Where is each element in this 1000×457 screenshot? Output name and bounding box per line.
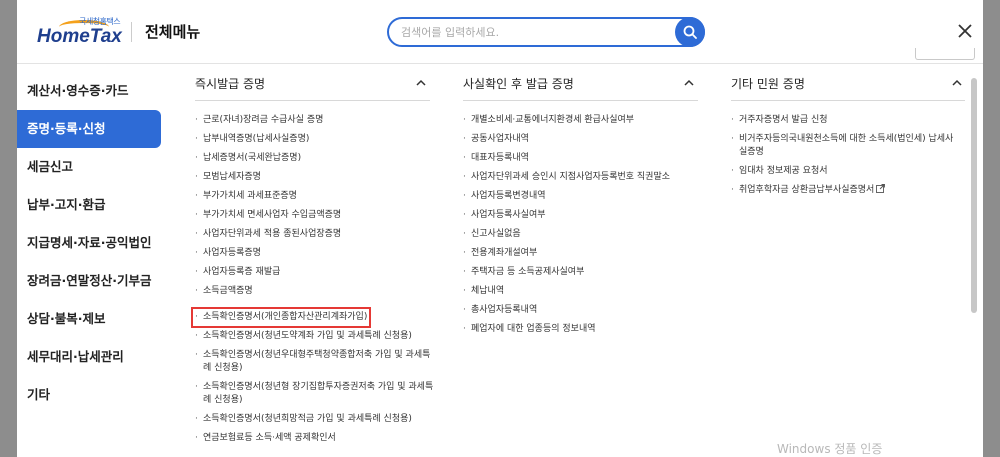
menu-link[interactable]: 비거주자등의국내원천소득에 대한 소득세(법인세) 납세사실증명 xyxy=(731,133,956,159)
menu-link[interactable]: 소득확인증명서(청년희망적금 가입 및 과세특례 신청용) xyxy=(195,413,435,426)
sidebar-item-statements[interactable]: 지급명세·자료·공익법인 xyxy=(17,224,161,262)
menu-link[interactable]: 공동사업자내역 xyxy=(463,133,713,146)
chevron-up-icon xyxy=(952,79,962,86)
menu-link[interactable]: 총사업자등록내역 xyxy=(463,304,713,317)
menu-link[interactable]: 사업자등록증 재발급 xyxy=(195,266,435,279)
column-title: 기타 민원 증명 xyxy=(731,77,805,91)
menu-link-label: 취업후학자금 상환금납부사실증명서 xyxy=(739,185,875,195)
header-divider xyxy=(131,22,132,42)
menu-link[interactable]: 소득금액증명 xyxy=(195,285,435,298)
menu-link-external[interactable]: 취업후학자금 상환금납부사실증명서 xyxy=(731,184,956,197)
sidebar-item-certificates[interactable]: 증명·등록·신청 xyxy=(17,110,161,148)
menu-link[interactable]: 거주자증명서 발급 신청 xyxy=(731,114,956,127)
sidebar-item-etc[interactable]: 기타 xyxy=(17,376,161,414)
menu-link[interactable]: 납세증명서(국세완납증명) xyxy=(195,152,435,165)
hometax-logo[interactable]: 국세청홈택스 HomeTax xyxy=(37,16,137,50)
column-title: 사실확인 후 발급 증명 xyxy=(463,77,574,91)
menu-link[interactable]: 대표자등록내역 xyxy=(463,152,713,165)
menu-link[interactable]: 근로(자녀)장려금 수급사실 증명 xyxy=(195,114,435,127)
close-icon xyxy=(958,24,972,38)
menu-list: 개별소비세·교통에너지환경세 환급사실여부 공동사업자내역 대표자등록내역 사업… xyxy=(463,114,713,342)
column-header[interactable]: 기타 민원 증명 xyxy=(731,75,965,101)
menu-list: 거주자증명서 발급 신청 비거주자등의국내원천소득에 대한 소득세(법인세) 납… xyxy=(731,114,956,203)
menu-link[interactable]: 소득확인증명서(청년우대형주택청약종합저축 가입 및 과세특례 신청용) xyxy=(195,349,435,375)
menu-link[interactable]: 사업자등록변경내역 xyxy=(463,190,713,203)
sidebar-item-incentives[interactable]: 장려금·연말정산·기부금 xyxy=(17,262,161,300)
scrollbar-thumb[interactable] xyxy=(971,78,977,313)
menu-link[interactable]: 개별소비세·교통에너지환경세 환급사실여부 xyxy=(463,114,713,127)
menu-link[interactable]: 체납내역 xyxy=(463,285,713,298)
menu-link-highlighted[interactable]: 소득확인증명서(개인종합자산관리계좌가입) xyxy=(190,307,372,328)
search-input[interactable] xyxy=(401,24,671,40)
menu-link[interactable]: 소득확인증명서(청년도약계좌 가입 및 과세특례 신청용) xyxy=(195,330,435,343)
menu-link[interactable]: 부가가치세 과세표준증명 xyxy=(195,190,435,203)
sidebar-item-receipts[interactable]: 계산서·영수증·카드 xyxy=(17,72,161,110)
sidebar-item-tax-agent[interactable]: 세무대리·납세관리 xyxy=(17,338,161,376)
column-header[interactable]: 즉시발급 증명 xyxy=(195,75,430,101)
menu-link[interactable]: 사업자단위과세 승인시 지점사업자등록번호 직권말소 xyxy=(463,171,713,184)
windows-activation-watermark: Windows 정품 인증 xyxy=(777,442,883,456)
menu-link[interactable]: 폐업자에 대한 업종등의 정보내역 xyxy=(463,323,713,336)
sidebar-item-consulting[interactable]: 상담·불복·제보 xyxy=(17,300,161,338)
all-menu-modal: 국세청홈택스 HomeTax 전체메뉴 계산서·영수증·카드 증명·등록·신청 … xyxy=(17,0,983,457)
menu-link[interactable]: 부가가치세 면세사업자 수입금액증명 xyxy=(195,209,435,222)
menu-link[interactable]: 신고사실없음 xyxy=(463,228,713,241)
chevron-up-icon xyxy=(416,79,426,86)
search-button[interactable] xyxy=(675,17,705,47)
partial-button-edge xyxy=(915,48,975,60)
menu-link[interactable]: 납부내역증명(납세사실증명) xyxy=(195,133,435,146)
overlay-backdrop-left xyxy=(0,0,17,457)
page-title: 전체메뉴 xyxy=(145,23,201,41)
column-header[interactable]: 사실확인 후 발급 증명 xyxy=(463,75,698,101)
search-icon xyxy=(683,25,697,39)
menu-link[interactable]: 주택자금 등 소득공제사실여부 xyxy=(463,266,713,279)
modal-header: 국세청홈택스 HomeTax 전체메뉴 xyxy=(17,0,983,64)
close-button[interactable] xyxy=(953,19,977,43)
menu-link[interactable]: 소득확인증명서(청년형 장기집합투자증권저축 가입 및 과세특례 신청용) xyxy=(195,381,435,407)
sidebar-item-tax-filing[interactable]: 세금신고 xyxy=(17,148,161,186)
menu-link[interactable]: 모범납세자증명 xyxy=(195,171,435,184)
menu-link[interactable]: 사업자등록증명 xyxy=(195,247,435,260)
menu-link[interactable]: 사업자등록사실여부 xyxy=(463,209,713,222)
menu-link[interactable]: 임대차 정보제공 요청서 xyxy=(731,165,956,178)
chevron-up-icon xyxy=(684,79,694,86)
menu-link[interactable]: 사업자단위과세 적용 종된사업장증명 xyxy=(195,228,435,241)
menu-link[interactable]: 전용계좌개설여부 xyxy=(463,247,713,260)
sidebar: 계산서·영수증·카드 증명·등록·신청 세금신고 납부·고지·환급 지급명세·자… xyxy=(17,72,161,414)
logo-main-text: HomeTax xyxy=(37,26,122,47)
external-link-icon xyxy=(876,184,886,193)
column-title: 즉시발급 증명 xyxy=(195,77,266,91)
menu-link[interactable]: 연금보험료등 소득·세액 공제확인서 xyxy=(195,432,435,445)
menu-list: 근로(자녀)장려금 수급사실 증명 납부내역증명(납세사실증명) 납세증명서(국… xyxy=(190,114,435,451)
overlay-backdrop-right xyxy=(983,0,1000,457)
search-box xyxy=(387,17,705,47)
sidebar-item-payment[interactable]: 납부·고지·환급 xyxy=(17,186,161,224)
